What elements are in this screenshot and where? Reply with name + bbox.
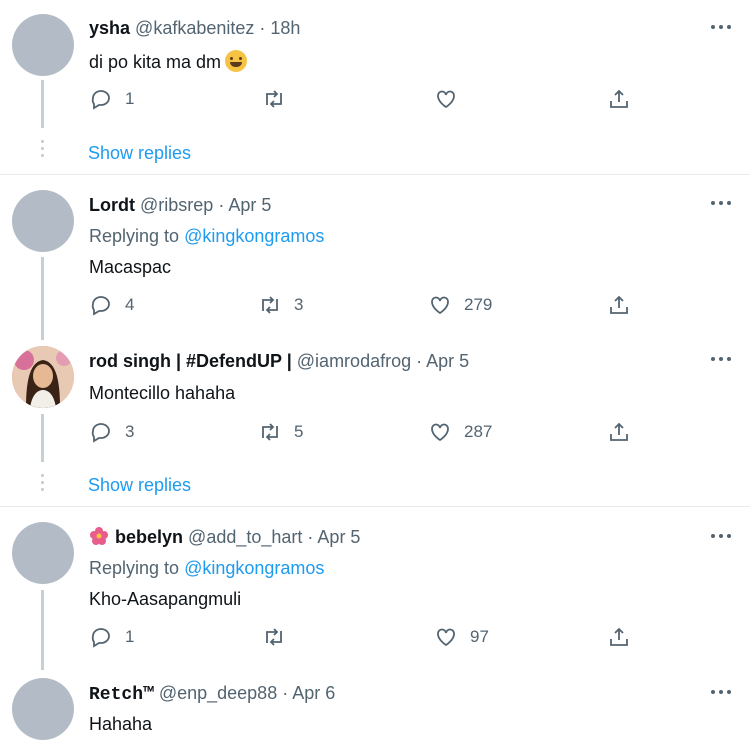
- like-button[interactable]: 97: [434, 624, 489, 650]
- show-replies-link[interactable]: Show replies: [88, 474, 191, 496]
- avatar[interactable]: [12, 522, 74, 584]
- more-icon[interactable]: [711, 686, 735, 698]
- more-icon[interactable]: [711, 353, 735, 365]
- more-icon[interactable]: [711, 197, 735, 209]
- reply-icon: [91, 90, 110, 110]
- thread-line: [41, 590, 44, 670]
- share-button[interactable]: [607, 292, 631, 318]
- display-name[interactable]: rod singh | #DefendUP |: [89, 351, 292, 371]
- handle[interactable]: @ribsrep: [140, 195, 213, 215]
- reply-count: 1: [125, 89, 135, 108]
- retweet-button[interactable]: [262, 86, 286, 112]
- like-button[interactable]: 279: [428, 292, 492, 318]
- tweet-text: Kho-Aasapangmuli: [89, 589, 242, 609]
- handle[interactable]: @kafkabenitez: [135, 18, 254, 38]
- tweet-header: bebelyn @add_to_hart · Apr 5: [89, 526, 360, 548]
- replying-prefix: Replying to: [89, 226, 180, 246]
- handle[interactable]: @enp_deep88: [159, 683, 277, 703]
- tweet-text: di po kita ma dm: [89, 50, 248, 73]
- thread-line: [41, 414, 44, 462]
- tweet-text: Hahaha: [89, 714, 153, 734]
- share-icon: [610, 295, 628, 314]
- retweet-button[interactable]: 3: [258, 292, 303, 318]
- retweet-count: 3: [294, 295, 304, 314]
- replying-to: Replying to @kingkongramos: [89, 557, 324, 579]
- thread-dots: [41, 474, 44, 495]
- replying-to: Replying to @kingkongramos: [89, 225, 324, 247]
- reply-count: 1: [125, 627, 135, 646]
- tweet-text: Macaspac: [89, 257, 172, 277]
- like-count: 287: [464, 422, 493, 441]
- handle[interactable]: @iamrodafrog: [297, 351, 411, 371]
- handle[interactable]: @add_to_hart: [188, 527, 302, 547]
- divider: [0, 506, 750, 507]
- retweet-button[interactable]: [262, 624, 286, 650]
- share-button[interactable]: [607, 624, 631, 650]
- show-replies-link[interactable]: Show replies: [88, 142, 191, 164]
- timestamp[interactable]: · Apr 5: [416, 351, 469, 371]
- tweet-header: Retch™ @enp_deep88 · Apr 6: [89, 682, 335, 706]
- avatar[interactable]: [12, 190, 74, 252]
- share-icon: [610, 89, 628, 108]
- display-name[interactable]: Lordt: [89, 195, 135, 215]
- share-icon: [610, 422, 628, 441]
- replying-prefix: Replying to: [89, 558, 180, 578]
- share-button[interactable]: [607, 86, 631, 112]
- like-icon: [437, 628, 455, 647]
- tweet-header: Lordt @ribsrep · Apr 5: [89, 194, 271, 216]
- profile-photo: [12, 346, 74, 408]
- retweet-icon: [262, 296, 278, 314]
- more-icon[interactable]: [711, 530, 735, 542]
- reply-icon: [91, 628, 110, 648]
- tweet-text-content: di po kita ma dm: [89, 52, 222, 72]
- timestamp[interactable]: · Apr 5: [218, 195, 271, 215]
- more-icon[interactable]: [711, 21, 735, 33]
- like-icon: [437, 90, 455, 109]
- reply-count: 4: [125, 295, 135, 314]
- tweet-header: ysha @kafkabenitez · 18h: [89, 17, 300, 39]
- avatar[interactable]: [12, 346, 74, 408]
- retweet-icon: [266, 90, 282, 108]
- timestamp[interactable]: · Apr 5: [307, 527, 360, 547]
- thread-line: [41, 80, 44, 128]
- retweet-count: 5: [294, 422, 304, 441]
- replying-to-link[interactable]: @kingkongramos: [184, 558, 324, 578]
- display-name[interactable]: Retch™: [89, 685, 154, 705]
- thread-line: [41, 257, 44, 340]
- reply-count: 3: [125, 422, 135, 441]
- avatar[interactable]: [12, 14, 74, 76]
- display-name[interactable]: ysha: [89, 18, 130, 38]
- share-button[interactable]: [607, 419, 631, 445]
- reply-button[interactable]: 1: [89, 86, 134, 112]
- like-icon: [431, 423, 449, 442]
- timestamp[interactable]: · 18h: [259, 18, 300, 38]
- retweet-button[interactable]: 5: [258, 419, 303, 445]
- reply-button[interactable]: 1: [89, 624, 134, 650]
- tweet-header: rod singh | #DefendUP | @iamrodafrog · A…: [89, 350, 469, 372]
- timestamp[interactable]: · Apr 6: [282, 683, 335, 703]
- tweet-text: Montecillo hahaha: [89, 383, 236, 403]
- flower-icon: [90, 527, 108, 545]
- retweet-icon: [266, 628, 282, 646]
- avatar[interactable]: [12, 678, 74, 740]
- divider: [0, 174, 750, 175]
- emoji-icon: [225, 50, 248, 72]
- reply-icon: [91, 296, 110, 316]
- replying-to-link[interactable]: @kingkongramos: [184, 226, 324, 246]
- like-button[interactable]: [434, 86, 458, 112]
- retweet-icon: [262, 423, 278, 441]
- share-icon: [610, 627, 628, 646]
- thread-dots: [41, 140, 44, 161]
- like-count: 97: [470, 627, 489, 646]
- like-icon: [431, 296, 449, 315]
- like-button[interactable]: 287: [428, 419, 492, 445]
- reply-button[interactable]: 4: [89, 292, 134, 318]
- reply-button[interactable]: 3: [89, 419, 134, 445]
- display-name[interactable]: bebelyn: [115, 527, 183, 547]
- like-count: 279: [464, 295, 493, 314]
- reply-icon: [91, 423, 110, 443]
